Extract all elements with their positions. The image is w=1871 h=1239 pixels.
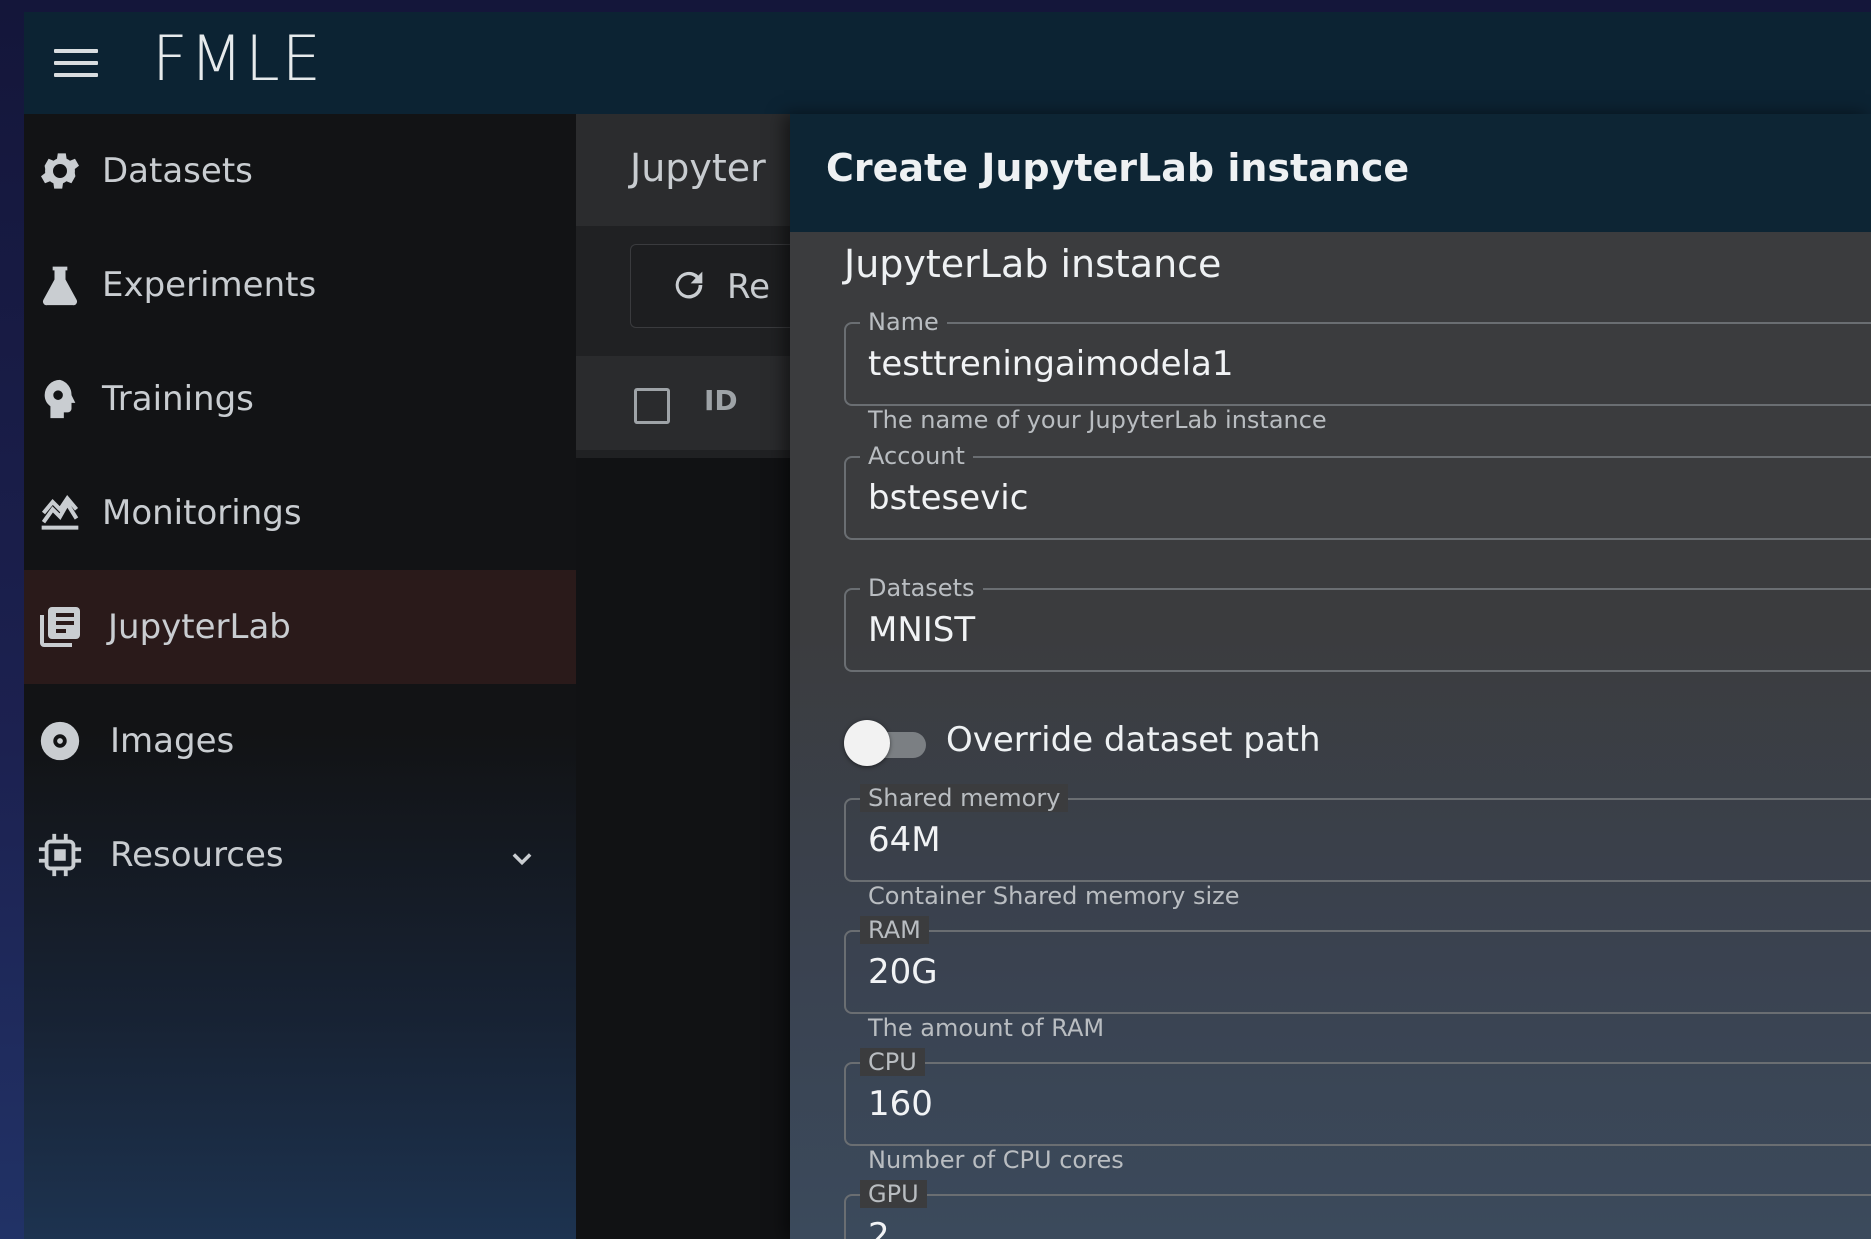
name-field[interactable]: Name testtreningaimodela1 xyxy=(844,308,1871,406)
override-dataset-path-toggle[interactable] xyxy=(844,718,930,770)
name-field-value: testtreningaimodela1 xyxy=(868,344,1234,384)
name-helper-text: The name of your JupyterLab instance xyxy=(868,406,1327,434)
cpu-field-label: CPU xyxy=(860,1048,925,1076)
brain-icon xyxy=(34,373,86,425)
cpu-field-value: 160 xyxy=(868,1084,933,1124)
datasets-field-label: Datasets xyxy=(860,574,983,602)
sidebar-item-experiments[interactable]: Experiments xyxy=(24,228,576,342)
gpu-field[interactable]: GPU 2 xyxy=(844,1180,1871,1239)
ram-helper-text: The amount of RAM xyxy=(868,1014,1105,1042)
list-panel-title: Jupyter xyxy=(630,146,766,190)
sidebar-item-resources[interactable]: Resources xyxy=(24,798,576,912)
chevron-down-icon[interactable] xyxy=(508,841,536,869)
refresh-icon xyxy=(669,265,709,309)
shared-memory-helper-text: Container Shared memory size xyxy=(868,882,1240,910)
shared-memory-field-label: Shared memory xyxy=(860,784,1069,812)
sidebar-item-label: Experiments xyxy=(102,265,317,305)
sidebar-item-trainings[interactable]: Trainings xyxy=(24,342,576,456)
sidebar-item-label: Trainings xyxy=(102,379,254,419)
app-window: FMLE Datasets Experiments Trainings Moni… xyxy=(24,12,1871,1239)
disc-icon xyxy=(34,715,86,767)
ram-field-value: 20G xyxy=(868,952,938,992)
datasets-field-value: MNIST xyxy=(868,610,976,650)
shared-memory-field[interactable]: Shared memory 64M xyxy=(844,784,1871,882)
sidebar-item-images[interactable]: Images xyxy=(24,684,576,798)
notebook-icon xyxy=(34,601,86,653)
account-field[interactable]: Account bstesevic xyxy=(844,442,1871,540)
table-header: ID xyxy=(576,356,826,450)
list-panel-header: Jupyter xyxy=(576,114,826,226)
chart-area-icon xyxy=(34,487,86,539)
dialog-title: Create JupyterLab instance xyxy=(826,146,1410,190)
section-title: JupyterLab instance xyxy=(844,242,1222,286)
ram-field[interactable]: RAM 20G xyxy=(844,916,1871,1014)
cpu-helper-text: Number of CPU cores xyxy=(868,1146,1124,1174)
sidebar-item-label: Monitorings xyxy=(102,493,302,533)
account-field-value: bstesevic xyxy=(868,478,1029,518)
create-jupyterlab-dialog: Create JupyterLab instance JupyterLab in… xyxy=(790,114,1871,1239)
name-field-label: Name xyxy=(860,308,947,336)
sidebar-item-datasets[interactable]: Datasets xyxy=(24,114,576,228)
dialog-header: Create JupyterLab instance xyxy=(790,114,1871,232)
sidebar: Datasets Experiments Trainings Monitorin… xyxy=(24,114,576,1239)
gpu-field-value: 2 xyxy=(868,1216,890,1239)
sidebar-item-label: JupyterLab xyxy=(108,607,291,647)
sidebar-item-jupyterlab[interactable]: JupyterLab xyxy=(24,570,576,684)
shared-memory-field-value: 64M xyxy=(868,820,941,860)
jupyterlab-list-panel: Jupyter Re ID xyxy=(576,114,827,1239)
sidebar-item-label: Datasets xyxy=(102,151,253,191)
menu-icon[interactable] xyxy=(54,49,98,79)
select-all-checkbox[interactable] xyxy=(634,388,670,424)
gpu-field-label: GPU xyxy=(860,1180,927,1208)
cpu-field[interactable]: CPU 160 xyxy=(844,1048,1871,1146)
gear-icon xyxy=(34,145,86,197)
account-field-label: Account xyxy=(860,442,973,470)
flask-icon xyxy=(34,259,86,311)
refresh-label: Re xyxy=(727,267,771,307)
datasets-field[interactable]: Datasets MNIST xyxy=(844,574,1871,672)
column-header-id[interactable]: ID xyxy=(704,384,738,417)
chip-icon xyxy=(34,829,86,881)
sidebar-item-label: Images xyxy=(110,721,235,761)
override-dataset-path-label: Override dataset path xyxy=(946,720,1321,760)
sidebar-item-label: Resources xyxy=(110,835,284,875)
sidebar-item-monitorings[interactable]: Monitorings xyxy=(24,456,576,570)
top-app-bar: FMLE xyxy=(24,12,1871,114)
toggle-thumb xyxy=(844,720,890,766)
ram-field-label: RAM xyxy=(860,916,929,944)
app-title: FMLE xyxy=(152,22,323,95)
